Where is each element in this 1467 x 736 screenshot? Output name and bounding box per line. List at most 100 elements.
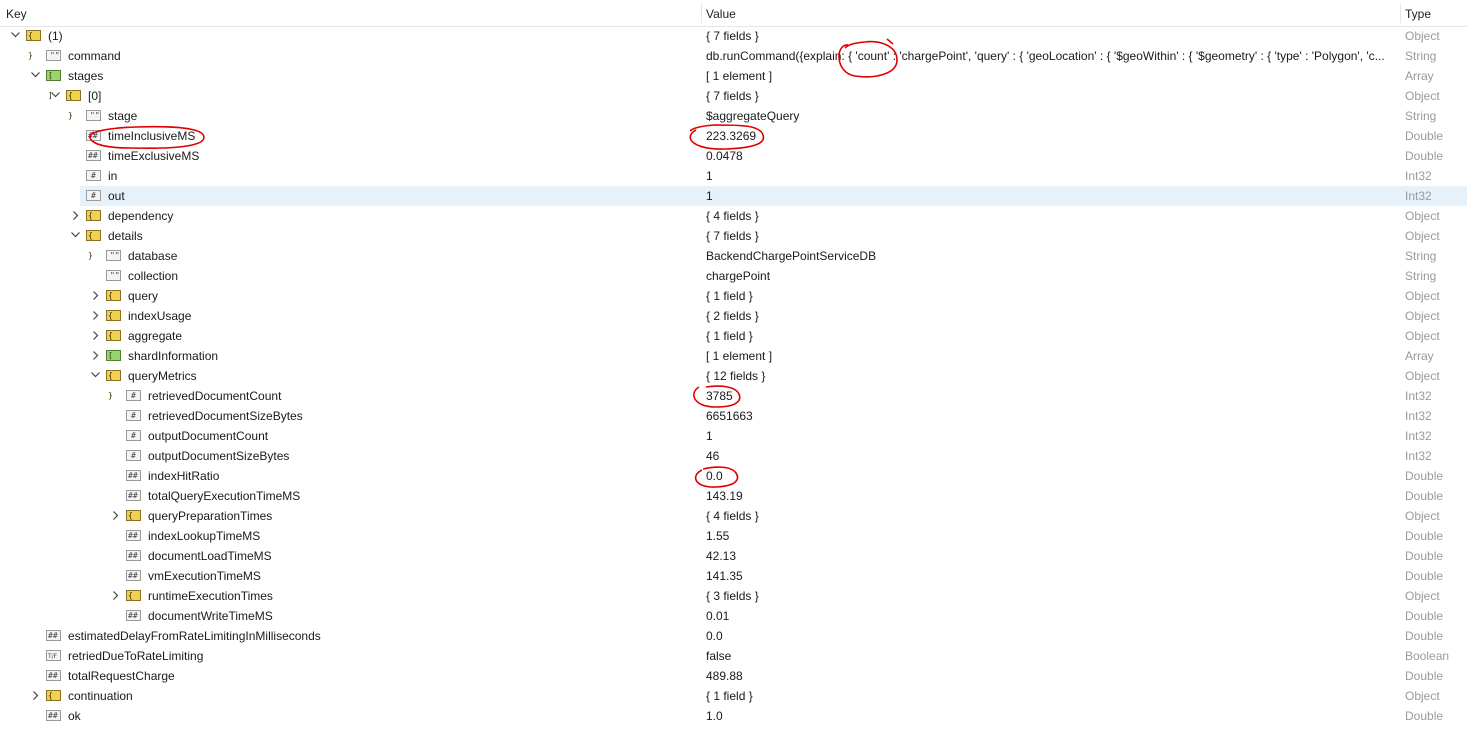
tree-row-shardInformation[interactable]: shardInformation [ 1 element ] Array bbox=[0, 346, 1467, 386]
chevron-right-icon[interactable] bbox=[88, 306, 102, 326]
chevron-right-icon[interactable] bbox=[108, 586, 122, 606]
chevron-down-icon[interactable] bbox=[28, 66, 42, 86]
key-column-header[interactable]: Key bbox=[6, 0, 27, 26]
tree-row-retriedDueToRateLimiting[interactable]: retriedDueToRateLimiting false Boolean bbox=[0, 646, 1467, 667]
field-value: { 1 field } bbox=[706, 289, 753, 303]
tree-row-continuation[interactable]: continuation { 1 field } Object bbox=[0, 686, 1467, 726]
boolean-type-icon bbox=[46, 647, 61, 667]
object-type-icon bbox=[126, 586, 141, 626]
string-type-icon bbox=[46, 46, 61, 66]
type-column-header[interactable]: Type bbox=[1405, 0, 1431, 26]
tree-row-totalQueryExecutionTimeMS[interactable]: totalQueryExecutionTimeMS 143.19 Double bbox=[0, 486, 1467, 506]
object-type-icon bbox=[126, 506, 141, 546]
string-type-icon bbox=[106, 246, 121, 266]
double-type-icon bbox=[126, 566, 141, 586]
chevron-right-icon[interactable] bbox=[28, 686, 42, 706]
chevron-right-icon[interactable] bbox=[88, 286, 102, 306]
field-key: runtimeExecutionTimes bbox=[148, 589, 273, 603]
field-value: false bbox=[706, 649, 732, 663]
tree-row-database[interactable]: database BackendChargePointServiceDB Strin… bbox=[0, 246, 1467, 266]
tree-row-1[interactable]: (1) { 7 fields } Object bbox=[0, 26, 1467, 66]
string-type-icon bbox=[106, 266, 121, 286]
field-key: documentLoadTimeMS bbox=[148, 549, 272, 563]
field-type: Double bbox=[1405, 489, 1444, 503]
field-key: out bbox=[108, 189, 125, 203]
double-type-icon bbox=[46, 706, 61, 726]
tree-row-timeInclusiveMS[interactable]: timeInclusiveMS 223.3269 Double bbox=[0, 126, 1467, 146]
field-type: Int32 bbox=[1405, 449, 1432, 463]
value-column-header[interactable]: Value bbox=[706, 0, 736, 26]
tree-row-queryPreparationTimes[interactable]: queryPreparationTimes { 4 fields } Object bbox=[0, 506, 1467, 546]
field-value: { 4 fields } bbox=[706, 209, 759, 223]
tree-row-estimatedDelayFromRateLimitingInMilliseconds[interactable]: estimatedDelayFromRateLimitingInMillisec… bbox=[0, 626, 1467, 646]
chevron-down-icon[interactable] bbox=[88, 366, 102, 386]
tree-row-outputDocumentSizeBytes[interactable]: outputDocumentSizeBytes 46 Int32 bbox=[0, 446, 1467, 466]
tree-row-query[interactable]: query { 1 field } Object bbox=[0, 286, 1467, 326]
field-type: Object bbox=[1405, 369, 1440, 383]
column-divider[interactable] bbox=[701, 3, 702, 23]
chevron-down-icon[interactable] bbox=[48, 86, 62, 106]
field-type: Double bbox=[1405, 469, 1444, 483]
field-value: 0.01 bbox=[706, 609, 730, 623]
tree-row-retrievedDocumentCount[interactable]: retrievedDocumentCount 3785 Int32 bbox=[0, 386, 1467, 406]
tree-row-stage[interactable]: stage $aggregateQuery String bbox=[0, 106, 1467, 126]
field-key: timeExclusiveMS bbox=[108, 149, 200, 163]
tree-row-indexLookupTimeMS[interactable]: indexLookupTimeMS 1.55 Double bbox=[0, 526, 1467, 546]
tree-row-details[interactable]: details { 7 fields } Object bbox=[0, 226, 1467, 266]
int-type-icon bbox=[126, 386, 141, 406]
field-key: documentWriteTimeMS bbox=[148, 609, 273, 623]
double-type-icon bbox=[126, 526, 141, 546]
column-divider[interactable] bbox=[1400, 3, 1401, 23]
int-type-icon bbox=[86, 186, 101, 206]
tree-row-outputDocumentCount[interactable]: outputDocumentCount 1 Int32 bbox=[0, 426, 1467, 446]
field-key: timeInclusiveMS bbox=[108, 129, 196, 143]
field-key: retrievedDocumentSizeBytes bbox=[148, 409, 303, 423]
field-key: stage bbox=[108, 109, 138, 123]
tree-row-dependency[interactable]: dependency { 4 fields } Object bbox=[0, 206, 1467, 246]
field-type: Object bbox=[1405, 589, 1440, 603]
field-value: 0.0478 bbox=[706, 149, 743, 163]
tree-row-indexHitRatio[interactable]: indexHitRatio 0.0 Double bbox=[0, 466, 1467, 486]
tree-row-in[interactable]: in 1 Int32 bbox=[0, 166, 1467, 186]
field-value: 1.0 bbox=[706, 709, 723, 723]
field-type: Object bbox=[1405, 29, 1440, 43]
tree-row-indexUsage[interactable]: indexUsage { 2 fields } Object bbox=[0, 306, 1467, 346]
tree-row-vmExecutionTimeMS[interactable]: vmExecutionTimeMS 141.35 Double bbox=[0, 566, 1467, 586]
field-type: Double bbox=[1405, 529, 1444, 543]
field-key: aggregate bbox=[128, 329, 183, 343]
object-type-icon bbox=[66, 86, 81, 126]
chevron-right-icon[interactable] bbox=[88, 326, 102, 346]
field-value: 1 bbox=[706, 429, 713, 443]
tree-row-runtimeExecutionTimes[interactable]: runtimeExecutionTimes { 3 fields } Object bbox=[0, 586, 1467, 626]
field-value: 1 bbox=[706, 189, 713, 203]
field-type: Array bbox=[1405, 349, 1434, 363]
tree-row-collection[interactable]: collection chargePoint String bbox=[0, 266, 1467, 286]
tree-row-aggregate[interactable]: aggregate { 1 field } Object bbox=[0, 326, 1467, 366]
tree-row-documentLoadTimeMS[interactable]: documentLoadTimeMS 42.13 Double bbox=[0, 546, 1467, 566]
tree-row-0[interactable]: [0] { 7 fields } Object bbox=[0, 86, 1467, 126]
tree-row-command[interactable]: command db.runCommand({explain: { 'count'… bbox=[0, 46, 1467, 66]
tree-row-queryMetrics[interactable]: queryMetrics { 12 fields } Object bbox=[0, 366, 1467, 406]
tree-row-totalRequestCharge[interactable]: totalRequestCharge 489.88 Double bbox=[0, 666, 1467, 686]
field-type: Int32 bbox=[1405, 189, 1432, 203]
tree-row-documentWriteTimeMS[interactable]: documentWriteTimeMS 0.01 Double bbox=[0, 606, 1467, 626]
column-header: Key Value Type bbox=[0, 0, 1467, 27]
chevron-right-icon[interactable] bbox=[108, 506, 122, 526]
chevron-right-icon[interactable] bbox=[68, 206, 82, 226]
field-key: in bbox=[108, 169, 118, 183]
chevron-down-icon[interactable] bbox=[8, 26, 22, 46]
chevron-down-icon[interactable] bbox=[68, 226, 82, 246]
tree-row-ok[interactable]: ok 1.0 Double bbox=[0, 706, 1467, 726]
field-key: command bbox=[68, 49, 121, 63]
tree-row-retrievedDocumentSizeBytes[interactable]: retrievedDocumentSizeBytes 6651663 Int32 bbox=[0, 406, 1467, 426]
field-type: Object bbox=[1405, 89, 1440, 103]
field-value: 1.55 bbox=[706, 529, 730, 543]
field-type: String bbox=[1405, 109, 1437, 123]
field-key: retrievedDocumentCount bbox=[148, 389, 282, 403]
field-type: Double bbox=[1405, 669, 1444, 683]
field-value: 46 bbox=[706, 449, 720, 463]
tree-row-out[interactable]: out 1 Int32 bbox=[0, 186, 1467, 206]
tree-row-timeExclusiveMS[interactable]: timeExclusiveMS 0.0478 Double bbox=[0, 146, 1467, 166]
tree-row-stages[interactable]: stages [ 1 element ] Array bbox=[0, 66, 1467, 106]
chevron-right-icon[interactable] bbox=[88, 346, 102, 366]
